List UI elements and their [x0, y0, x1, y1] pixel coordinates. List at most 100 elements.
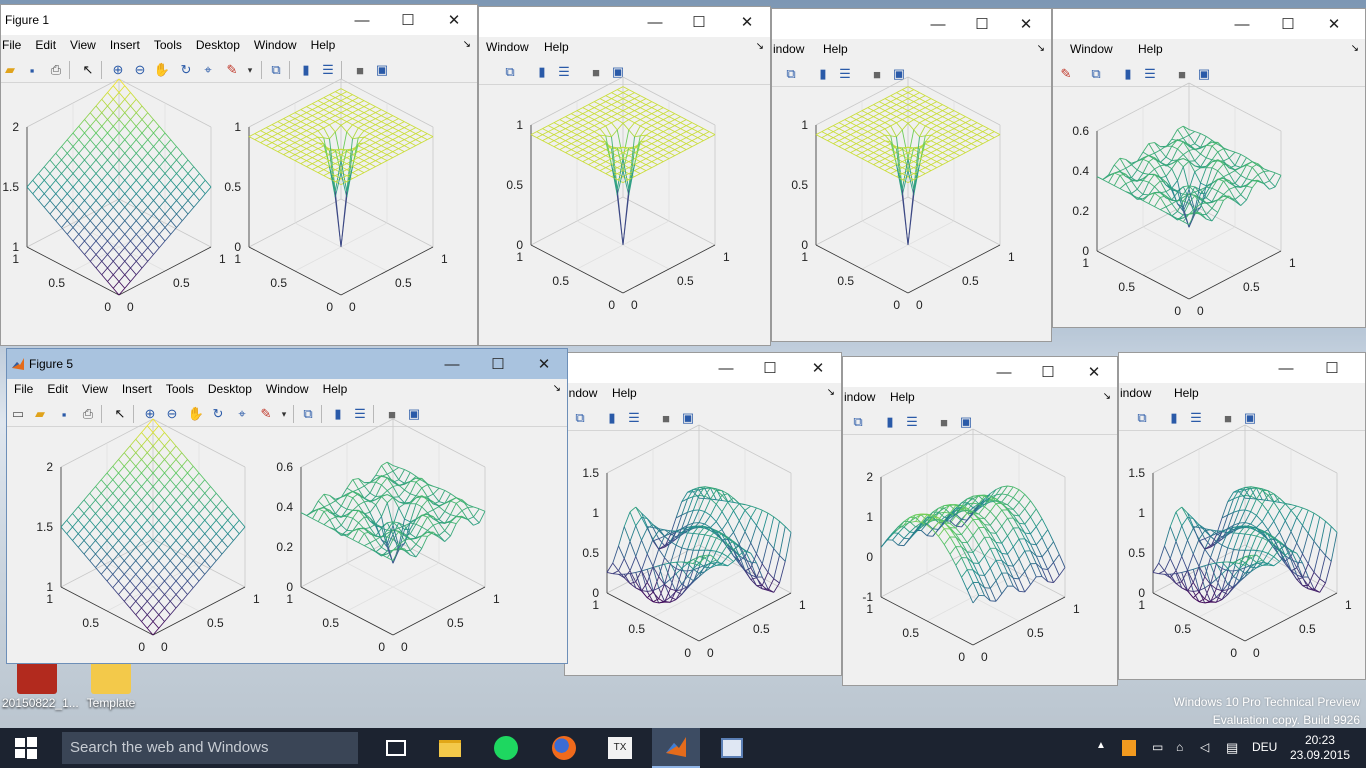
hide-tools-icon[interactable]: ■ [383, 405, 401, 423]
dock-arrow-icon[interactable]: ↘ [1103, 391, 1111, 402]
menu-window[interactable]: indow [565, 383, 604, 400]
menu-view[interactable]: View [63, 35, 103, 52]
data-cursor-icon[interactable]: ⌖ [199, 61, 217, 79]
colorbar-icon[interactable]: ▮ [603, 409, 621, 427]
maximize-icon[interactable]: ☐ [676, 7, 722, 37]
legend-icon[interactable]: ☰ [319, 61, 337, 79]
menu-view[interactable]: View [75, 379, 115, 396]
show-tools-icon[interactable]: ▣ [405, 405, 423, 423]
hide-tools-icon[interactable]: ■ [657, 409, 675, 427]
minimize-icon[interactable]: — [429, 349, 475, 379]
dock-arrow-icon[interactable]: ↘ [827, 387, 835, 398]
surface-plot[interactable]: 1 0.5 0 1 0.5 0 0 0.5 1 [791, 76, 1015, 336]
print-icon[interactable]: ⎙ [79, 405, 97, 423]
close-icon[interactable]: ✕ [795, 353, 841, 383]
menu-window[interactable]: indow [843, 387, 882, 404]
colorbar-icon[interactable]: ▮ [297, 61, 315, 79]
surface-plot[interactable]: 0.6 0.4 0.2 0 1 0.5 0 0 0.5 1 [1072, 82, 1296, 327]
surface-plot-left[interactable]: 2 1.5 1 1 0.5 0 0 0.5 1 [36, 418, 260, 663]
surface-plot[interactable]: 1.5 1 0.5 0 1 0.5 0 0 0.5 1 [1128, 424, 1352, 679]
minimize-icon[interactable]: — [915, 9, 961, 39]
zoom-in-icon[interactable]: ⊕ [109, 61, 127, 79]
close-icon[interactable]: ✕ [1003, 9, 1049, 39]
minimize-icon[interactable]: — [981, 357, 1027, 387]
hide-tools-icon[interactable]: ■ [1219, 409, 1237, 427]
hide-tools-icon[interactable]: ■ [1173, 65, 1191, 83]
minimize-icon[interactable]: — [339, 5, 385, 35]
menu-tools[interactable]: Tools [159, 379, 201, 396]
chevron-down-icon[interactable]: ▾ [275, 405, 293, 423]
figure-window-8[interactable]: — ☐ indow Help ⧉ ▮ ☰ ■ ▣ 1.5 1 0.5 0 1 0.5 0 0 0… [1118, 352, 1366, 680]
menu-desktop[interactable]: Desktop [189, 35, 247, 52]
menu-file[interactable]: File [1, 35, 28, 52]
surface-plot[interactable]: 1 0.5 0 1 0.5 0 0 0.5 1 [506, 76, 730, 336]
colorbar-icon[interactable]: ▮ [1119, 65, 1137, 83]
maximize-icon[interactable]: ☐ [959, 9, 1005, 39]
menu-window[interactable]: Window [247, 35, 304, 52]
dock-arrow-icon[interactable]: ↘ [1351, 43, 1359, 54]
minimize-icon[interactable]: — [1263, 353, 1309, 383]
menu-edit[interactable]: Edit [28, 35, 63, 52]
rotate-icon[interactable]: ↻ [177, 61, 195, 79]
hide-tools-icon[interactable]: ■ [351, 61, 369, 79]
title-bar[interactable]: — ☐ ✕ [479, 7, 770, 37]
figure-window-4[interactable]: — ☐ ✕ Window Help ↘ ✎ ⧉ ▮ ☰ ■ ▣ 0.6 0.4 0.… [1052, 8, 1366, 328]
desktop-icon-file[interactable]: 20150822_1... [2, 660, 79, 710]
brush-icon[interactable]: ✎ [223, 61, 241, 79]
minimize-icon[interactable]: — [703, 353, 749, 383]
menu-help[interactable]: Help [1131, 39, 1170, 56]
dock-arrow-icon[interactable]: ↘ [463, 39, 471, 50]
link-plot-icon[interactable]: ⧉ [501, 63, 519, 81]
brush-icon[interactable]: ✎ [1057, 65, 1075, 83]
colorbar-icon[interactable]: ▮ [329, 405, 347, 423]
legend-icon[interactable]: ☰ [903, 413, 921, 431]
close-icon[interactable]: ✕ [431, 5, 477, 35]
surface-plot[interactable]: 1.5 1 0.5 0 1 0.5 0 0 0.5 1 [582, 424, 806, 675]
hide-tools-icon[interactable]: ■ [868, 65, 886, 83]
figure-window-6[interactable]: — ☐ ✕ indow Help ↘ ⧉ ▮ ☰ ■ ▣ 1.5 1 0.5 0 1 0.… [564, 352, 842, 676]
zoom-out-icon[interactable]: ⊖ [131, 61, 149, 79]
link-plot-icon[interactable]: ⧉ [299, 405, 317, 423]
surface-plot-left[interactable]: 2 1.5 1 1 0.5 0 0 0.5 1 [2, 78, 226, 338]
dock-arrow-icon[interactable]: ↘ [553, 383, 561, 394]
rotate-icon[interactable]: ↻ [209, 405, 227, 423]
figure-window-1[interactable]: Figure 1 — ☐ ✕ File Edit View Insert Tools De… [0, 4, 478, 346]
surface-plot[interactable]: 2 1 0 -1 1 0.5 0 0 0.5 1 [862, 428, 1080, 685]
show-tools-icon[interactable]: ▣ [609, 63, 627, 81]
menu-tools[interactable]: Tools [147, 35, 189, 52]
menu-help[interactable]: Help [537, 37, 576, 54]
pointer-icon[interactable]: ↖ [79, 61, 97, 79]
close-icon[interactable]: ✕ [521, 349, 567, 379]
title-bar[interactable]: Figure 1 — ☐ ✕ [1, 5, 477, 35]
close-icon[interactable]: ✕ [1071, 357, 1117, 387]
link-plot-icon[interactable]: ⧉ [1133, 409, 1151, 427]
close-icon[interactable]: ✕ [1311, 9, 1357, 39]
menu-window[interactable]: Window [1063, 39, 1120, 56]
legend-icon[interactable]: ☰ [1141, 65, 1159, 83]
menu-help[interactable]: Help [605, 383, 644, 400]
close-icon[interactable]: ✕ [724, 7, 770, 37]
print-icon[interactable]: ⎙ [47, 61, 65, 79]
surface-plot-right[interactable]: 1 0.5 0 1 0.5 0 0 0.5 1 [224, 78, 448, 338]
save-icon[interactable]: ▪ [23, 61, 41, 79]
figure-window-3[interactable]: — ☐ ✕ indow Help ↘ ⧉ ▮ ☰ ■ ▣ 1 0.5 0 1 0.5 0 0… [771, 8, 1052, 342]
legend-icon[interactable]: ☰ [351, 405, 369, 423]
link-plot-icon[interactable]: ⧉ [571, 409, 589, 427]
menu-edit[interactable]: Edit [40, 379, 75, 396]
pan-icon[interactable]: ✋ [153, 61, 171, 79]
maximize-icon[interactable]: ☐ [1025, 357, 1071, 387]
desktop-icon-template[interactable]: Template [76, 660, 146, 710]
figure-window-2[interactable]: — ☐ ✕ Window Help ↘ ⧉ ▮ ☰ ■ ▣ 1 0.5 0 1 0.5 0… [478, 6, 771, 346]
link-plot-icon[interactable]: ⧉ [267, 61, 285, 79]
maximize-icon[interactable]: ☐ [1309, 353, 1355, 383]
colorbar-icon[interactable]: ▮ [881, 413, 899, 431]
link-plot-icon[interactable]: ⧉ [849, 413, 867, 431]
minimize-icon[interactable]: — [632, 7, 678, 37]
title-bar[interactable]: — ☐ ✕ [772, 9, 1051, 39]
menu-help[interactable]: Help [883, 387, 922, 404]
show-tools-icon[interactable]: ▣ [1241, 409, 1259, 427]
zoom-out-icon[interactable]: ⊖ [163, 405, 181, 423]
menu-window[interactable]: Window [259, 379, 316, 396]
dock-arrow-icon[interactable]: ↘ [756, 41, 764, 52]
colorbar-icon[interactable]: ▮ [533, 63, 551, 81]
